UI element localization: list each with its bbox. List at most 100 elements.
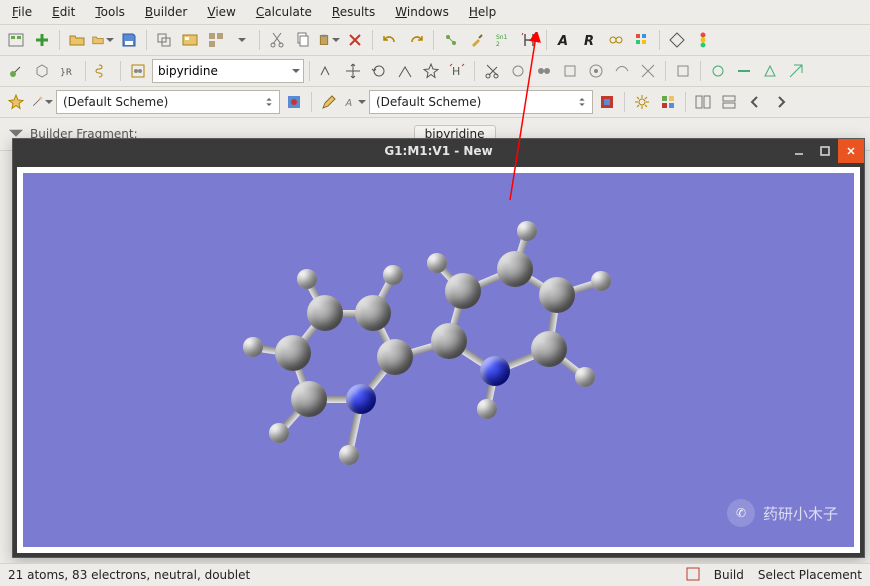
menu-view[interactable]: View <box>203 3 239 21</box>
atom-c[interactable] <box>355 295 391 331</box>
menu-calculate[interactable]: Calculate <box>252 3 316 21</box>
atom-h[interactable] <box>575 367 595 387</box>
diamond-icon[interactable] <box>665 28 689 52</box>
clean-icon[interactable] <box>465 28 489 52</box>
angle-icon[interactable] <box>393 59 417 83</box>
menu-edit[interactable]: Edit <box>48 3 79 21</box>
undo-icon[interactable] <box>378 28 402 52</box>
chevron-down-icon[interactable] <box>292 64 300 78</box>
titlebar[interactable]: G1:M1:V1 - New <box>13 139 864 163</box>
scheme-b-select[interactable]: (Default Scheme) <box>369 90 593 114</box>
symmetrize-icon[interactable]: Sn12 <box>491 28 515 52</box>
menu-file[interactable]: File <box>8 3 36 21</box>
scissors-icon[interactable] <box>480 59 504 83</box>
menu-results[interactable]: Results <box>328 3 379 21</box>
menu-help[interactable]: Help <box>465 3 500 21</box>
maximize-button[interactable] <box>812 139 838 163</box>
save-icon[interactable] <box>117 28 141 52</box>
atom-c[interactable] <box>307 295 343 331</box>
scheme-wand-icon[interactable] <box>30 90 54 114</box>
panel-b-icon[interactable] <box>717 90 741 114</box>
scheme-star-icon[interactable] <box>4 90 28 114</box>
panel-a-icon[interactable] <box>691 90 715 114</box>
add-icon[interactable] <box>30 28 54 52</box>
open-recent-icon[interactable] <box>91 28 115 52</box>
gear-icon[interactable] <box>630 90 654 114</box>
atom-n[interactable] <box>480 356 510 386</box>
status-select-placement[interactable]: Select Placement <box>758 568 862 582</box>
helix-icon[interactable] <box>91 59 115 83</box>
font-a-icon[interactable]: A <box>343 90 367 114</box>
tool-g-icon[interactable] <box>671 59 695 83</box>
close-button[interactable] <box>838 139 864 163</box>
tool-f-icon[interactable] <box>636 59 660 83</box>
menu-builder[interactable]: Builder <box>141 3 191 21</box>
grid-icon[interactable] <box>656 90 680 114</box>
stereo-icon[interactable] <box>315 59 339 83</box>
star-icon[interactable] <box>419 59 443 83</box>
atom-h[interactable] <box>477 399 497 419</box>
nav-left-icon[interactable] <box>743 90 767 114</box>
atom-h[interactable] <box>383 265 403 285</box>
apply-scheme-a-icon[interactable] <box>282 90 306 114</box>
tool-h-icon[interactable] <box>706 59 730 83</box>
atom-h[interactable] <box>427 253 447 273</box>
atom-h[interactable] <box>517 221 537 241</box>
atom-c[interactable] <box>539 277 575 313</box>
fragment-search-input[interactable] <box>156 63 288 79</box>
menu-windows[interactable]: Windows <box>391 3 453 21</box>
tool-j-icon[interactable] <box>758 59 782 83</box>
duplicate-icon[interactable] <box>152 28 176 52</box>
apply-scheme-b-icon[interactable] <box>595 90 619 114</box>
atom-c[interactable] <box>431 323 467 359</box>
redo-icon[interactable] <box>404 28 428 52</box>
status-build[interactable]: Build <box>714 568 744 582</box>
tool-a-icon[interactable] <box>506 59 530 83</box>
hydrogens-icon[interactable] <box>517 28 541 52</box>
tool-k-icon[interactable] <box>784 59 808 83</box>
delete-icon[interactable] <box>343 28 367 52</box>
manager-icon[interactable] <box>4 28 28 52</box>
tool-d-icon[interactable] <box>584 59 608 83</box>
replace-r-icon[interactable]: }R <box>56 59 80 83</box>
tool-b-icon[interactable] <box>532 59 556 83</box>
open-icon[interactable] <box>65 28 89 52</box>
atom-h[interactable] <box>297 269 317 289</box>
layout-menu-icon[interactable] <box>230 28 254 52</box>
molecule-canvas[interactable] <box>23 173 854 547</box>
atom-h[interactable] <box>591 271 611 291</box>
nav-right-icon[interactable] <box>769 90 793 114</box>
menu-tools[interactable]: Tools <box>91 3 129 21</box>
copy-icon[interactable] <box>291 28 315 52</box>
pencil-icon[interactable] <box>317 90 341 114</box>
tool-e-icon[interactable] <box>610 59 634 83</box>
fragment-lib-icon[interactable] <box>126 59 150 83</box>
builder-icon[interactable] <box>4 59 28 83</box>
text-r-icon[interactable]: R <box>578 28 602 52</box>
tool-i-icon[interactable] <box>732 59 756 83</box>
layout-icon[interactable] <box>204 28 228 52</box>
scheme-a-select[interactable]: (Default Scheme) <box>56 90 280 114</box>
atom-h[interactable] <box>269 423 289 443</box>
translate-icon[interactable] <box>341 59 365 83</box>
link-icon[interactable] <box>439 28 463 52</box>
cut-icon[interactable] <box>265 28 289 52</box>
rotate-icon[interactable] <box>367 59 391 83</box>
traffic-icon[interactable] <box>691 28 715 52</box>
chain-icon[interactable] <box>604 28 628 52</box>
atom-c[interactable] <box>377 339 413 375</box>
minimize-button[interactable] <box>786 139 812 163</box>
fragment-search-box[interactable] <box>152 59 304 83</box>
palette-icon[interactable] <box>630 28 654 52</box>
measure-h-icon[interactable]: H <box>445 59 469 83</box>
atom-h[interactable] <box>243 337 263 357</box>
atom-c[interactable] <box>531 331 567 367</box>
atom-c[interactable] <box>497 251 533 287</box>
atom-c[interactable] <box>445 273 481 309</box>
atom-h[interactable] <box>339 445 359 465</box>
atom-c[interactable] <box>275 335 311 371</box>
text-a-icon[interactable]: A <box>552 28 576 52</box>
tool-c-icon[interactable] <box>558 59 582 83</box>
paste-icon[interactable] <box>317 28 341 52</box>
load-library-icon[interactable] <box>178 28 202 52</box>
